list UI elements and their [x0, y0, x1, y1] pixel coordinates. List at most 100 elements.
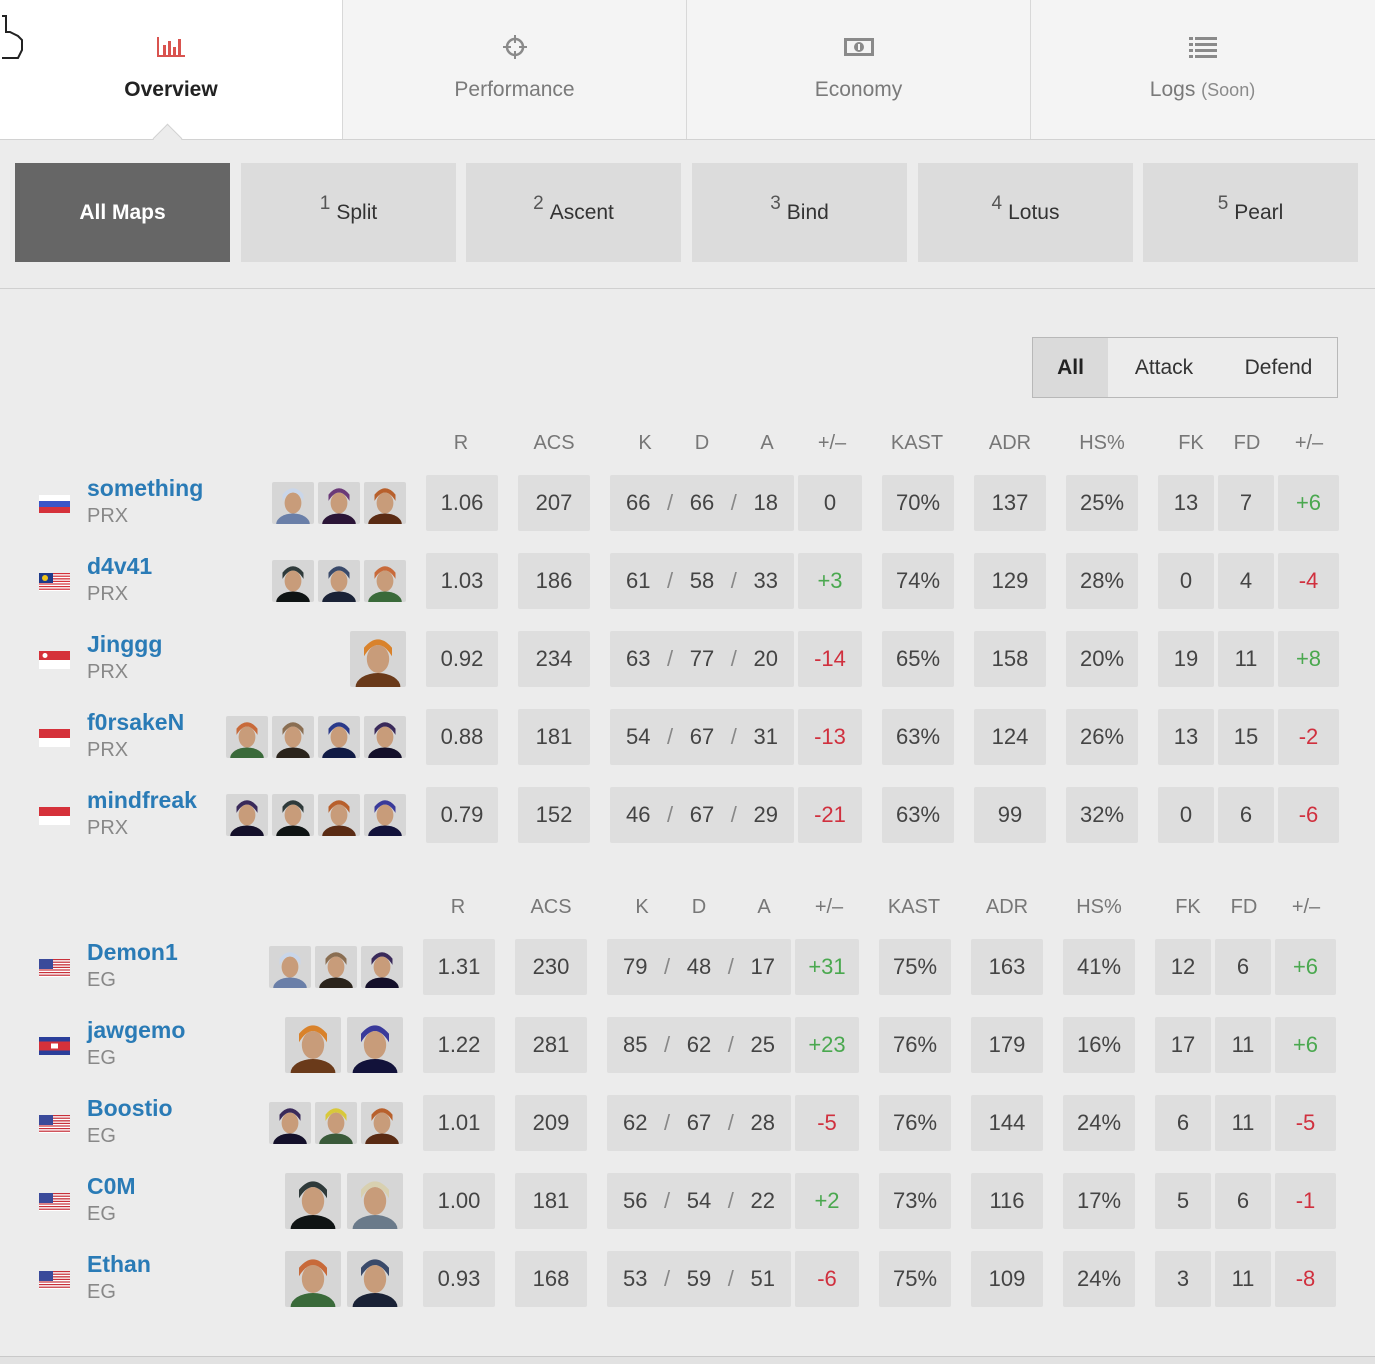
stat-fk-value: 5: [1176, 1188, 1190, 1213]
player-name-link[interactable]: f0rsakeN: [87, 709, 184, 736]
tab-economy[interactable]: Economy: [686, 0, 1030, 139]
stat-d-value: 58: [689, 568, 715, 593]
stat-kast-cell: 76%: [879, 1017, 951, 1073]
column-header-acs: ACS: [533, 432, 575, 454]
agent-chamber-icon: [315, 946, 357, 988]
stat-fk-value: 0: [1179, 802, 1193, 827]
stat-hs-cell: 24%: [1063, 1095, 1135, 1151]
stat-k-value: 85: [623, 1032, 648, 1057]
stat-adr-value: 116: [989, 1188, 1025, 1213]
map-label: Bind: [786, 200, 829, 224]
map-all-button[interactable]: All Maps: [15, 163, 230, 262]
stats-tab-bar: Overview Performance Economy Logs (Soon): [0, 0, 1375, 140]
stat-acs-cell: 181: [515, 1173, 587, 1229]
player-team-tag: EG: [87, 1203, 116, 1225]
column-header-fk: FK: [1175, 896, 1201, 918]
stat-kast-cell: 76%: [879, 1095, 951, 1151]
stat-kast-cell: 74%: [882, 553, 954, 609]
stat-fpm-cell: -5: [1275, 1095, 1336, 1151]
stat-kast-value: 73%: [892, 1188, 938, 1213]
stat-pm-value: +23: [808, 1032, 846, 1057]
flag-icon: [39, 651, 70, 669]
stat-a-value: 51: [750, 1266, 775, 1291]
map-label: All Maps: [79, 200, 166, 224]
stat-adr-value: 124: [991, 724, 1029, 749]
kda-separator: /: [727, 954, 734, 979]
stat-kast-cell: 63%: [882, 787, 954, 843]
stat-a-value: 28: [750, 1110, 775, 1135]
stat-fd-cell: 6: [1215, 939, 1271, 995]
filter-all-button[interactable]: All: [1033, 338, 1108, 397]
stat-hs-cell: 28%: [1066, 553, 1138, 609]
stat-kda-cell: 63 / 77 / 20: [610, 631, 794, 687]
player-team-tag: EG: [87, 969, 116, 991]
stat-kda-cell: 53 / 59 / 51: [607, 1251, 791, 1307]
map-label: Ascent: [549, 200, 614, 224]
player-row: something PRX 1.06 207 66/66/18 0 70% 137 25% 13…: [0, 475, 1375, 531]
column-header-d: D: [691, 896, 707, 918]
player-name-link[interactable]: jawgemo: [87, 1017, 185, 1044]
stat-r-cell: 0.79: [426, 787, 498, 843]
stat-fk-value: 17: [1170, 1032, 1196, 1057]
tab-overview[interactable]: Overview: [0, 0, 342, 139]
map-ascent-button[interactable]: 2 Ascent: [466, 163, 681, 262]
stat-kast-value: 63%: [895, 802, 941, 827]
stat-a-value: 29: [753, 802, 778, 827]
stat-hs-cell: 32%: [1066, 787, 1138, 843]
stat-r-value: 1.03: [440, 568, 484, 593]
stat-pm-cell: -13: [798, 709, 862, 765]
map-bind-button[interactable]: 3 Bind: [692, 163, 907, 262]
player-name-link[interactable]: something: [87, 475, 203, 502]
stat-a-value: 33: [753, 568, 778, 593]
stat-adr-cell: 163: [971, 939, 1043, 995]
map-split-button[interactable]: 1 Split: [241, 163, 456, 262]
stat-pm-value: -13: [814, 724, 846, 749]
list-icon: [1186, 34, 1220, 60]
agent-jett-icon: [269, 946, 311, 988]
map-pearl-button[interactable]: 5 Pearl: [1143, 163, 1358, 262]
stat-pm-value: +2: [814, 1188, 840, 1213]
stat-hs-cell: 26%: [1066, 709, 1138, 765]
player-name-link[interactable]: d4v41: [87, 553, 152, 580]
stat-pm-cell: -5: [795, 1095, 859, 1151]
stat-pm-value: -14: [814, 646, 846, 671]
stat-r-value: 1.06: [440, 490, 484, 515]
column-header-pm: +/–: [817, 432, 847, 454]
tab-performance[interactable]: Performance: [342, 0, 686, 139]
stat-fd-cell: 6: [1218, 787, 1274, 843]
stat-fpm-value: +6: [1292, 954, 1319, 979]
stat-kast-value: 76%: [892, 1110, 938, 1135]
agent-omen-icon: [364, 794, 406, 836]
player-name-link[interactable]: Ethan: [87, 1251, 151, 1278]
stat-fpm-value: -1: [1295, 1188, 1316, 1213]
stat-fd-cell: 6: [1215, 1173, 1271, 1229]
filter-attack-button[interactable]: Attack: [1108, 338, 1220, 397]
agent-breach-icon: [361, 1102, 403, 1144]
player-name-link[interactable]: Jinggg: [87, 631, 162, 658]
tab-logs[interactable]: Logs (Soon): [1030, 0, 1374, 139]
stat-fd-value: 6: [1236, 954, 1250, 979]
agent-neon-icon: [269, 1102, 311, 1144]
stat-k-value: 66: [626, 490, 651, 515]
stat-fd-cell: 11: [1215, 1251, 1271, 1307]
map-lotus-button[interactable]: 4 Lotus: [918, 163, 1133, 262]
column-header-kast: KAST: [887, 896, 941, 918]
filter-defend-button[interactable]: Defend: [1220, 338, 1337, 397]
stat-pm-value: +3: [817, 568, 843, 593]
stat-adr-cell: 179: [971, 1017, 1043, 1073]
stat-a-value: 22: [750, 1188, 775, 1213]
kda-separator: /: [727, 1188, 734, 1213]
stat-d-value: 67: [689, 802, 715, 827]
map-number: 1: [319, 192, 331, 214]
player-name-link[interactable]: C0M: [87, 1173, 136, 1200]
player-name-link[interactable]: mindfreak: [87, 787, 197, 814]
player-name-link[interactable]: Demon1: [87, 939, 178, 966]
player-team-tag: EG: [87, 1281, 116, 1303]
stat-r-value: 0.88: [440, 724, 484, 749]
player-name-link[interactable]: Boostio: [87, 1095, 173, 1122]
column-header-acs: ACS: [530, 896, 572, 918]
flag-icon: [39, 807, 70, 825]
stat-acs-cell: 207: [518, 475, 590, 531]
tab-label: Logs: [1149, 78, 1196, 101]
stat-kast-value: 65%: [895, 646, 941, 671]
